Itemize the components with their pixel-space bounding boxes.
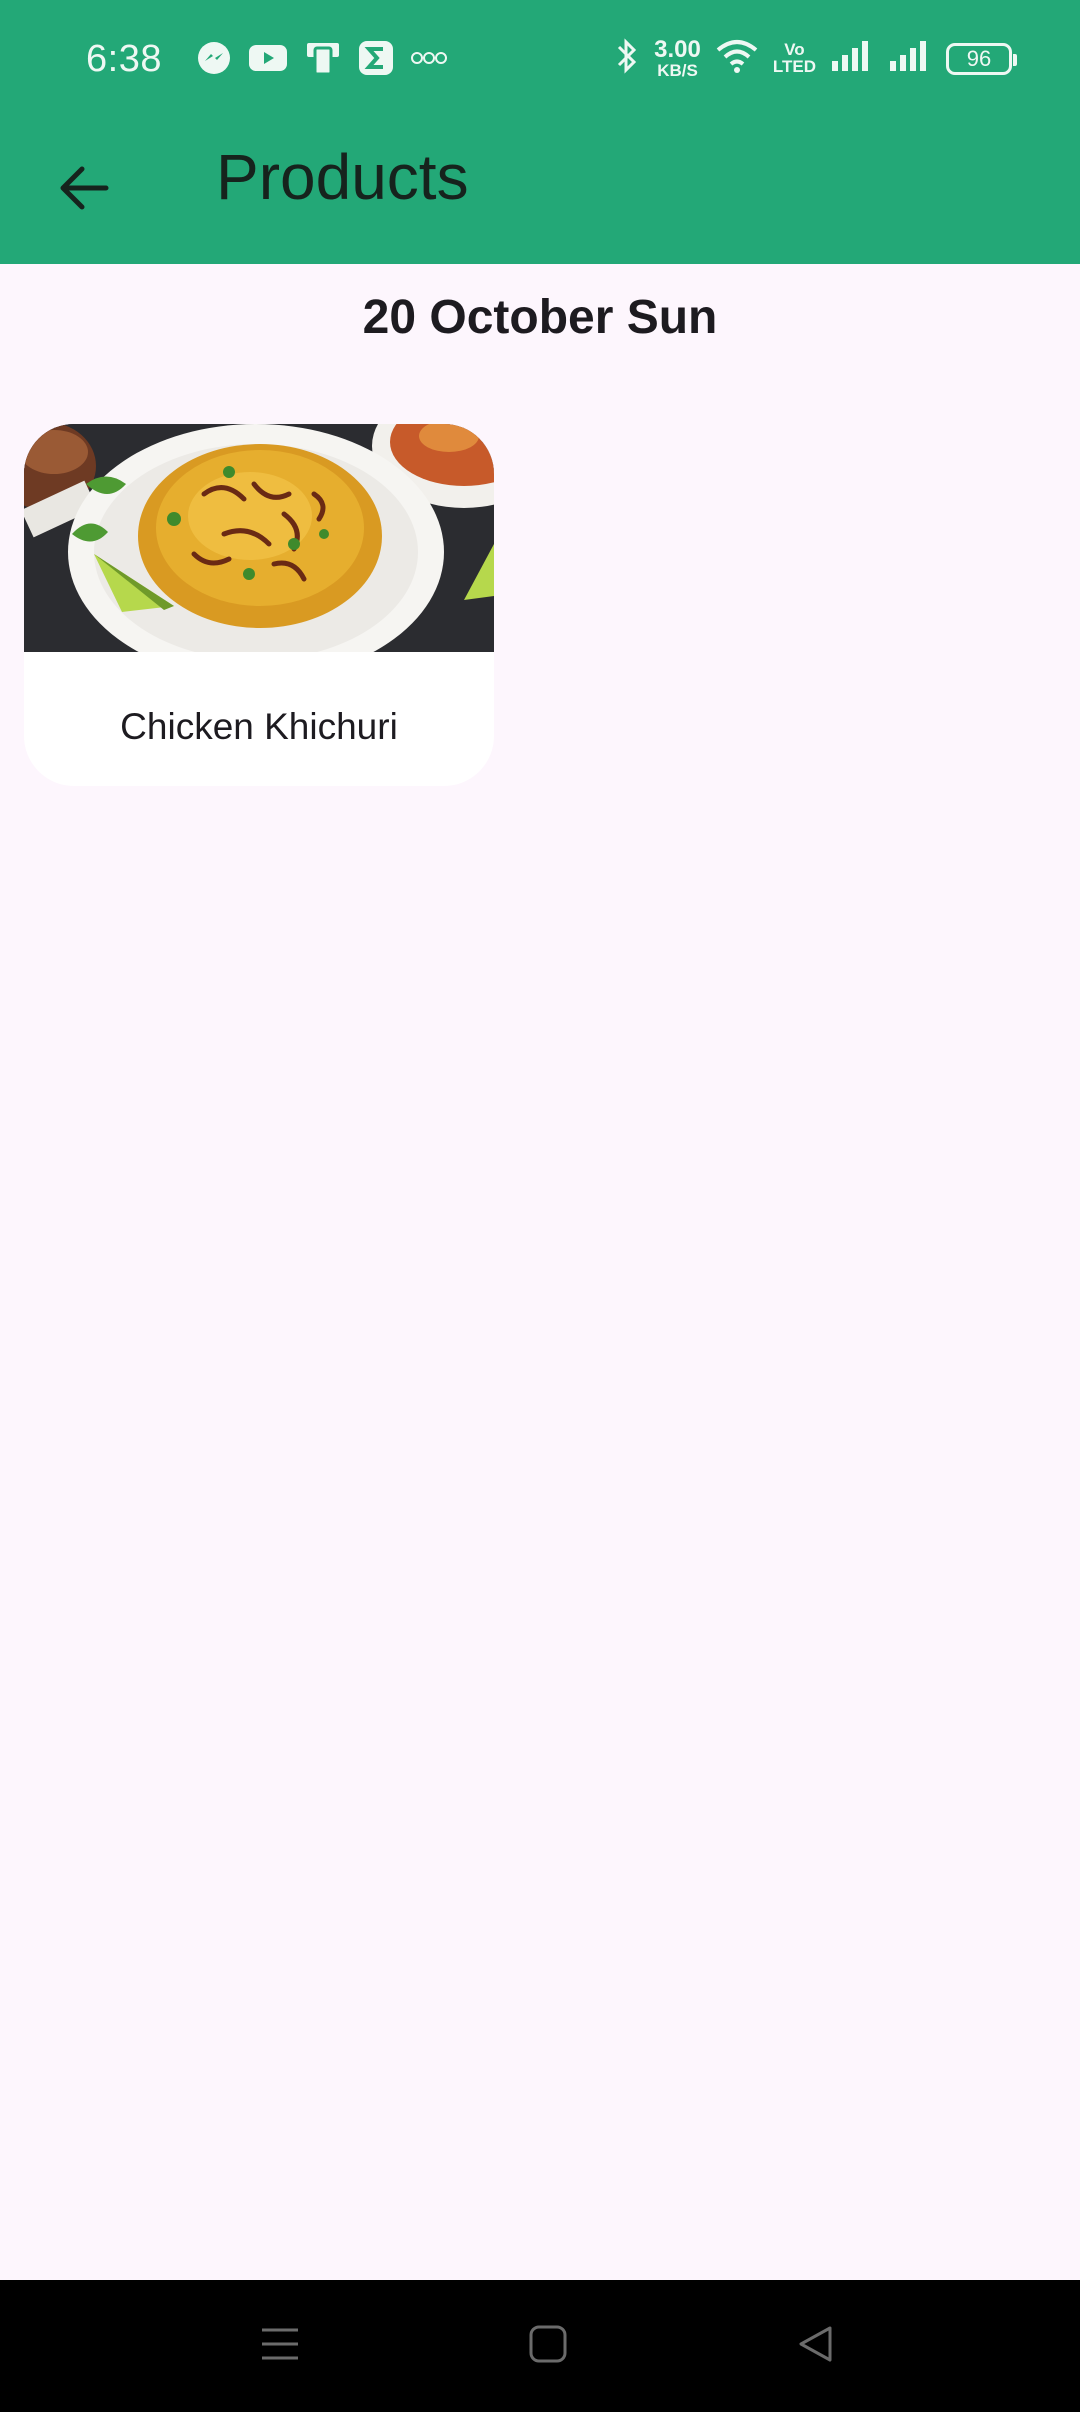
home-icon [528, 2324, 568, 2369]
status-time: 6:38 [86, 38, 162, 80]
back-button[interactable] [44, 150, 124, 230]
device-icon [304, 40, 342, 81]
status-bar: 6:38 3.00 KB/S Vo LTED 96 [0, 0, 1080, 124]
product-name: Chicken Khichuri [120, 706, 398, 747]
app-bar: Products [0, 124, 1080, 264]
arrow-left-icon [56, 160, 112, 221]
signal-icon [888, 39, 932, 78]
back-triangle-icon [796, 2324, 836, 2369]
battery-level: 96 [966, 45, 992, 71]
bluetooth-icon [614, 36, 640, 81]
network-speed-value: 3.00 [654, 36, 701, 63]
network-speed-unit: KB/S [657, 61, 698, 80]
sigma-app-icon [358, 40, 394, 81]
system-back-button[interactable] [776, 2310, 856, 2382]
page-title: Products [216, 141, 469, 213]
network-speed: 3.00 KB/S [654, 36, 701, 80]
product-card[interactable]: Chicken Khichuri [24, 424, 494, 786]
youtube-icon [248, 42, 288, 79]
product-image [24, 424, 494, 652]
wifi-icon [715, 38, 759, 79]
menu-icon [260, 2324, 300, 2369]
notification-icons [196, 40, 448, 81]
battery-indicator: 96 [946, 42, 1017, 75]
date-heading: 20 October Sun [362, 291, 718, 344]
home-button[interactable] [508, 2310, 588, 2382]
recent-apps-button[interactable] [240, 2310, 320, 2382]
signal-icon [830, 39, 874, 78]
system-icons: 3.00 KB/S Vo LTED 96 [614, 36, 1017, 81]
volte-line-2: LTED [772, 56, 816, 76]
volte-indicator: Vo LTED [772, 41, 816, 76]
header-background: 6:38 3.00 KB/S Vo LTED 96 Products [0, 0, 1080, 264]
system-nav-bar [0, 2280, 1080, 2412]
messenger-icon [196, 40, 232, 81]
more-notifications-icon [410, 48, 448, 73]
